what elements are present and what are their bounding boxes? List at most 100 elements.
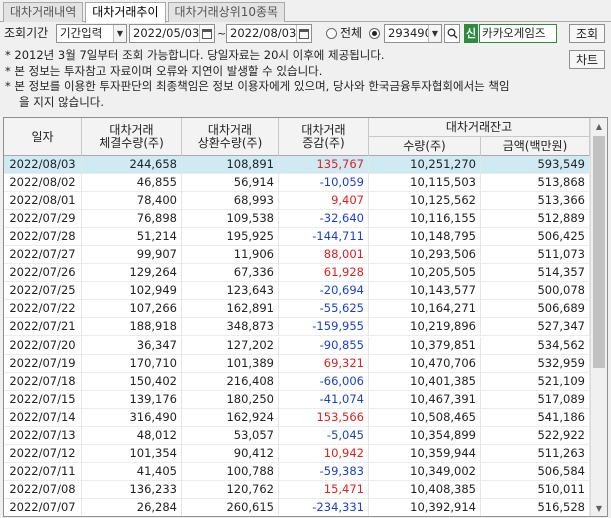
stock-name-field: 카카오게임즈 <box>479 24 557 43</box>
cell-balance-qty: 10,143,577 <box>369 282 481 301</box>
table-row[interactable]: 2022/07/15 139,176 180,250 -41,074 10,467,39… <box>4 390 590 409</box>
cell-contract-qty: 51,214 <box>82 228 182 247</box>
table-row[interactable]: 2022/08/01 78,400 68,993 9,407 10,125,562 513… <box>4 192 590 211</box>
table-header: 일자 대차거래 체결수량(주) 대차거래 상환수량(주) 대차거래 증감(주) 대차거… <box>4 118 590 156</box>
cell-contract-qty: 244,658 <box>82 156 182 174</box>
radio-all[interactable] <box>326 28 337 39</box>
table-row[interactable]: 2022/07/27 99,907 11,906 88,001 10,293,506 51… <box>4 246 590 265</box>
table-row[interactable]: 2022/07/19 170,710 101,389 69,321 10,470,706… <box>4 354 590 373</box>
tab-lending-top10[interactable]: 대차거래상위10종목 <box>167 2 286 22</box>
cell-repay-qty: 53,057 <box>182 426 279 445</box>
tab-lending-history[interactable]: 대차거래내역 <box>3 2 84 22</box>
cell-balance-qty: 10,115,503 <box>369 174 481 193</box>
cell-contract-qty: 78,400 <box>82 192 182 211</box>
cell-balance-qty: 10,408,385 <box>369 480 481 499</box>
table-row[interactable]: 2022/07/26 129,264 67,336 61,928 10,205,505 5… <box>4 264 590 283</box>
search-icon <box>447 28 458 39</box>
cell-repay-qty: 101,389 <box>182 354 279 373</box>
cell-balance-qty: 10,359,944 <box>369 444 481 463</box>
chevron-down-icon[interactable]: ▼ <box>428 25 441 42</box>
tab-lending-trend[interactable]: 대차거래추이 <box>85 2 166 23</box>
table-row[interactable]: 2022/07/14 316,490 162,924 153,566 10,508,46… <box>4 408 590 427</box>
table-row[interactable]: 2022/08/02 46,855 56,914 -10,059 10,115,503 5… <box>4 174 590 193</box>
cell-contract-qty: 129,264 <box>82 264 182 283</box>
cell-contract-qty: 188,918 <box>82 318 182 337</box>
search-button[interactable]: 조회 <box>569 24 605 43</box>
cell-balance-qty: 10,251,270 <box>369 156 481 174</box>
stock-code-field[interactable]: 293490 ▼ <box>384 24 442 43</box>
cell-balance-qty: 10,354,899 <box>369 426 481 445</box>
cell-date: 2022/07/15 <box>4 390 82 409</box>
date-to-field[interactable]: 2022/08/03 <box>226 24 312 43</box>
table-row[interactable]: 2022/07/11 41,405 100,788 -59,383 10,349,002… <box>4 462 590 481</box>
scrollbar-thumb[interactable] <box>593 136 605 368</box>
date-to-value: 2022/08/03 <box>230 26 296 40</box>
cell-change: 88,001 <box>279 246 369 265</box>
table-row[interactable]: 2022/07/18 150,402 216,408 -66,006 10,401,38… <box>4 372 590 391</box>
date-from-value: 2022/05/03 <box>133 26 199 40</box>
period-select[interactable]: 기간입력 ▼ <box>56 24 127 43</box>
cell-balance-qty: 10,125,562 <box>369 192 481 211</box>
radio-all-label: 전체 <box>340 26 363 40</box>
cell-date: 2022/07/20 <box>4 336 82 355</box>
calendar-icon[interactable] <box>296 25 311 42</box>
header-repay-qty: 대차거래 상환수량(주) <box>182 118 279 156</box>
calendar-icon[interactable] <box>199 25 214 42</box>
cell-contract-qty: 102,949 <box>82 282 182 301</box>
cell-change: -66,006 <box>279 372 369 391</box>
cell-repay-qty: 120,762 <box>182 480 279 499</box>
cell-balance-qty: 10,116,155 <box>369 210 481 229</box>
stock-code-value: 293490 <box>388 26 428 40</box>
cell-change: -234,331 <box>279 498 369 516</box>
scroll-down-icon[interactable]: ▼ <box>591 500 607 516</box>
cell-date: 2022/07/29 <box>4 210 82 229</box>
scroll-up-icon[interactable]: ▲ <box>591 118 607 134</box>
table-row[interactable]: 2022/07/08 136,233 120,762 15,471 10,408,385… <box>4 480 590 499</box>
table-row[interactable]: 2022/08/03 244,658 108,891 135,767 10,251,27… <box>4 156 590 174</box>
table-row[interactable]: 2022/07/13 48,012 53,057 -5,045 10,354,899 52… <box>4 426 590 445</box>
table-row[interactable]: 2022/07/21 188,918 348,873 -159,955 10,219,8… <box>4 318 590 337</box>
cell-repay-qty: 260,615 <box>182 498 279 516</box>
cell-date: 2022/08/03 <box>4 156 82 174</box>
cell-date: 2022/07/13 <box>4 426 82 445</box>
cell-balance-amount: 532,959 <box>481 354 590 373</box>
cell-balance-qty: 10,219,896 <box>369 318 481 337</box>
cell-contract-qty: 170,710 <box>82 354 182 373</box>
table-row[interactable]: 2022/07/20 36,347 127,202 -90,855 10,379,851… <box>4 336 590 355</box>
table-row[interactable]: 2022/07/07 26,284 260,615 -234,331 10,392,91… <box>4 498 590 516</box>
header-contract-qty: 대차거래 체결수량(주) <box>82 118 182 156</box>
period-label: 조회기간 <box>4 26 49 40</box>
cell-repay-qty: 123,643 <box>182 282 279 301</box>
query-toolbar: 조회기간 기간입력 ▼ 2022/05/03 ~ 2022/08/03 전체 2… <box>0 24 611 69</box>
cell-date: 2022/07/22 <box>4 300 82 319</box>
cell-repay-qty: 100,788 <box>182 462 279 481</box>
cell-date: 2022/07/21 <box>4 318 82 337</box>
cell-change: -5,045 <box>279 426 369 445</box>
header-balance-group: 대차거래잔고 <box>369 118 590 137</box>
radio-code[interactable] <box>369 28 380 39</box>
table-row[interactable]: 2022/07/12 101,354 90,412 10,942 10,359,944 5… <box>4 444 590 463</box>
cell-repay-qty: 162,924 <box>182 408 279 427</box>
stock-search-button[interactable] <box>444 24 460 43</box>
cell-repay-qty: 11,906 <box>182 246 279 265</box>
header-balance-amount: 금액(백만원) <box>481 137 590 156</box>
table-row[interactable]: 2022/07/29 76,898 109,538 -32,640 10,116,155… <box>4 210 590 229</box>
table-row[interactable]: 2022/07/25 102,949 123,643 -20,694 10,143,57… <box>4 282 590 301</box>
cell-contract-qty: 107,266 <box>82 300 182 319</box>
cell-balance-amount: 513,868 <box>481 174 590 193</box>
cell-balance-amount: 506,689 <box>481 300 590 319</box>
table-row[interactable]: 2022/07/28 51,214 195,925 -144,711 10,148,79… <box>4 228 590 247</box>
cell-change: 9,407 <box>279 192 369 211</box>
header-date: 일자 <box>4 118 82 156</box>
date-from-field[interactable]: 2022/05/03 <box>129 24 215 43</box>
cell-balance-amount: 517,089 <box>481 390 590 409</box>
table-row[interactable]: 2022/07/22 107,266 162,891 -55,625 10,164,27… <box>4 300 590 319</box>
chevron-down-icon[interactable]: ▼ <box>113 25 126 42</box>
chart-button[interactable]: 차트 <box>569 50 605 69</box>
vertical-scrollbar[interactable]: ▲ ▼ <box>590 118 607 516</box>
cell-contract-qty: 150,402 <box>82 372 182 391</box>
cell-balance-qty: 10,470,706 <box>369 354 481 373</box>
notice-line: * 2012년 3월 7일부터 조회 가능합니다. 당일자료는 20시 이후에 … <box>5 48 385 62</box>
cell-balance-amount: 500,078 <box>481 282 590 301</box>
cell-balance-amount: 534,562 <box>481 336 590 355</box>
